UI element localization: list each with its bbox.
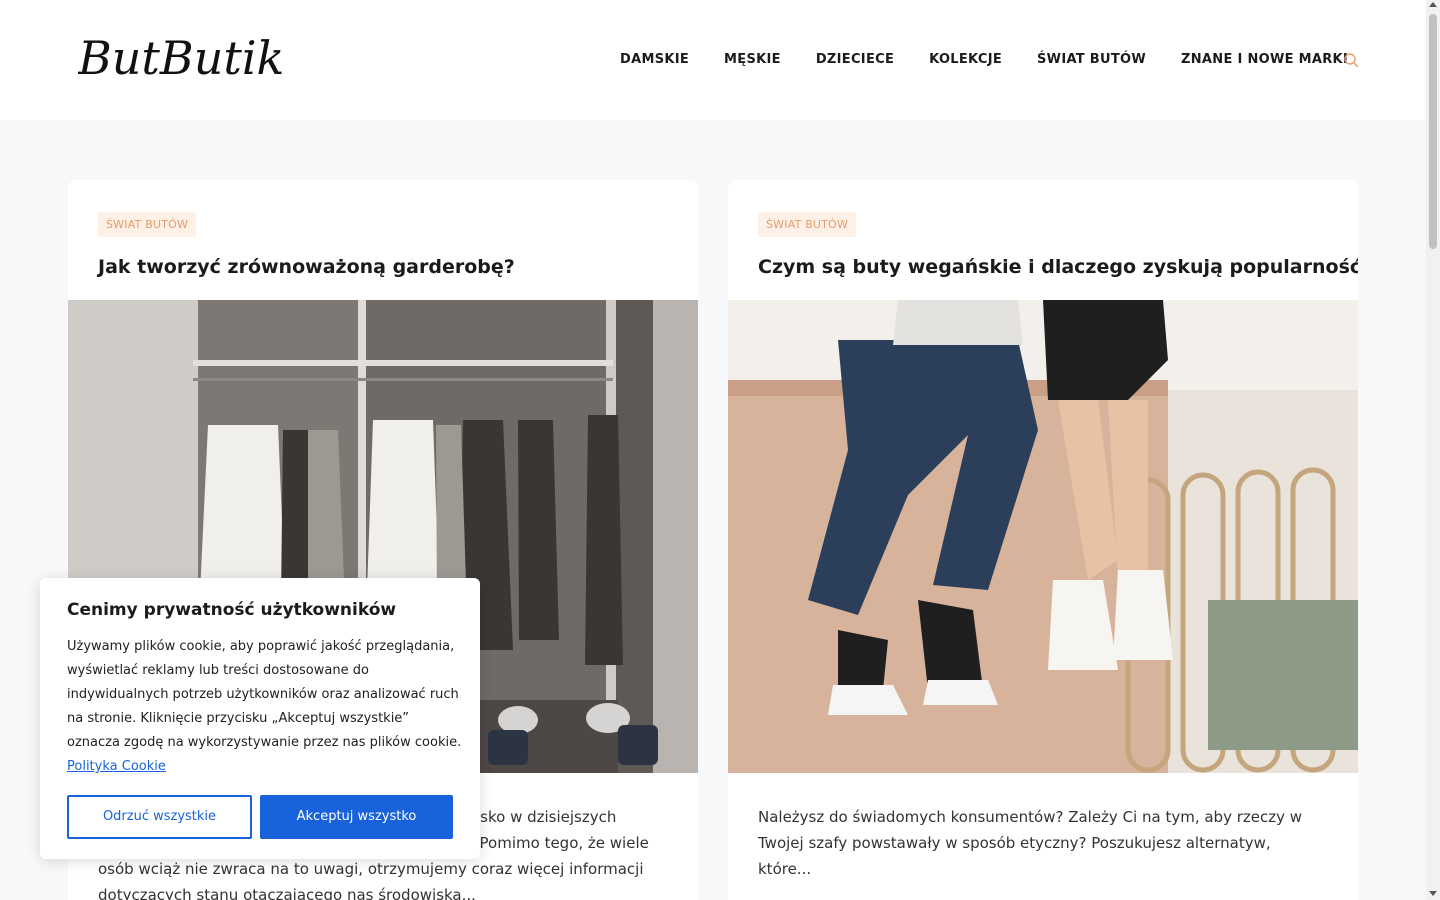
nav-znane-marki[interactable]: ZNANE I NOWE MARKI [1181,50,1348,70]
cookie-title: Cenimy prywatność użytkowników [67,600,397,620]
category-badge[interactable]: ŚWIAT BUTÓW [758,212,857,237]
svg-text:ButButik: ButButik [78,31,284,85]
page-scrollbar[interactable] [1426,0,1440,900]
site-logo[interactable]: ButButik [77,30,302,86]
cookie-text: Używamy plików cookie, aby poprawić jako… [67,635,462,779]
cookie-policy-link[interactable]: Polityka Cookie [67,759,166,774]
main-nav: DAMSKIE MĘSKIE DZIECIECE KOLEKCJE ŚWIAT … [620,50,1348,70]
cookie-description: Używamy plików cookie, aby poprawić jako… [67,639,462,750]
nav-dzieciece[interactable]: DZIECIECE [816,50,894,70]
accept-all-button[interactable]: Akceptuj wszystko [260,795,453,839]
reject-all-button[interactable]: Odrzuć wszystkie [67,795,252,839]
post-excerpt: Należysz do świadomych konsumentów? Zale… [758,808,1303,878]
scroll-down-arrow-icon[interactable] [1429,891,1437,896]
post-image-sneakers[interactable] [728,300,1358,773]
butbutik-logo: ButButik [77,31,284,85]
site-header: ButButik DAMSKIE MĘSKIE DZIECIECE KOLEKC… [0,0,1426,120]
nav-meskie[interactable]: MĘSKIE [724,50,781,70]
post-title[interactable]: Jak tworzyć zrównoważoną garderobę? [98,254,698,280]
nav-swiat-butow[interactable]: ŚWIAT BUTÓW [1037,50,1146,70]
scroll-thumb[interactable] [1429,14,1437,249]
scroll-up-arrow-icon[interactable] [1429,2,1437,7]
category-badge[interactable]: ŚWIAT BUTÓW [98,212,197,237]
post-title[interactable]: Czym są buty wegańskie i dlaczego zyskuj… [758,254,1358,280]
cookie-consent-dialog: Cenimy prywatność użytkowników Używamy p… [40,578,480,859]
post-card: ŚWIAT BUTÓW Czym są buty wegańskie i dla… [728,180,1358,900]
nav-damskie[interactable]: DAMSKIE [620,50,689,70]
nav-kolekcje[interactable]: KOLEKCJE [929,50,1002,70]
search-icon[interactable] [1343,52,1359,68]
